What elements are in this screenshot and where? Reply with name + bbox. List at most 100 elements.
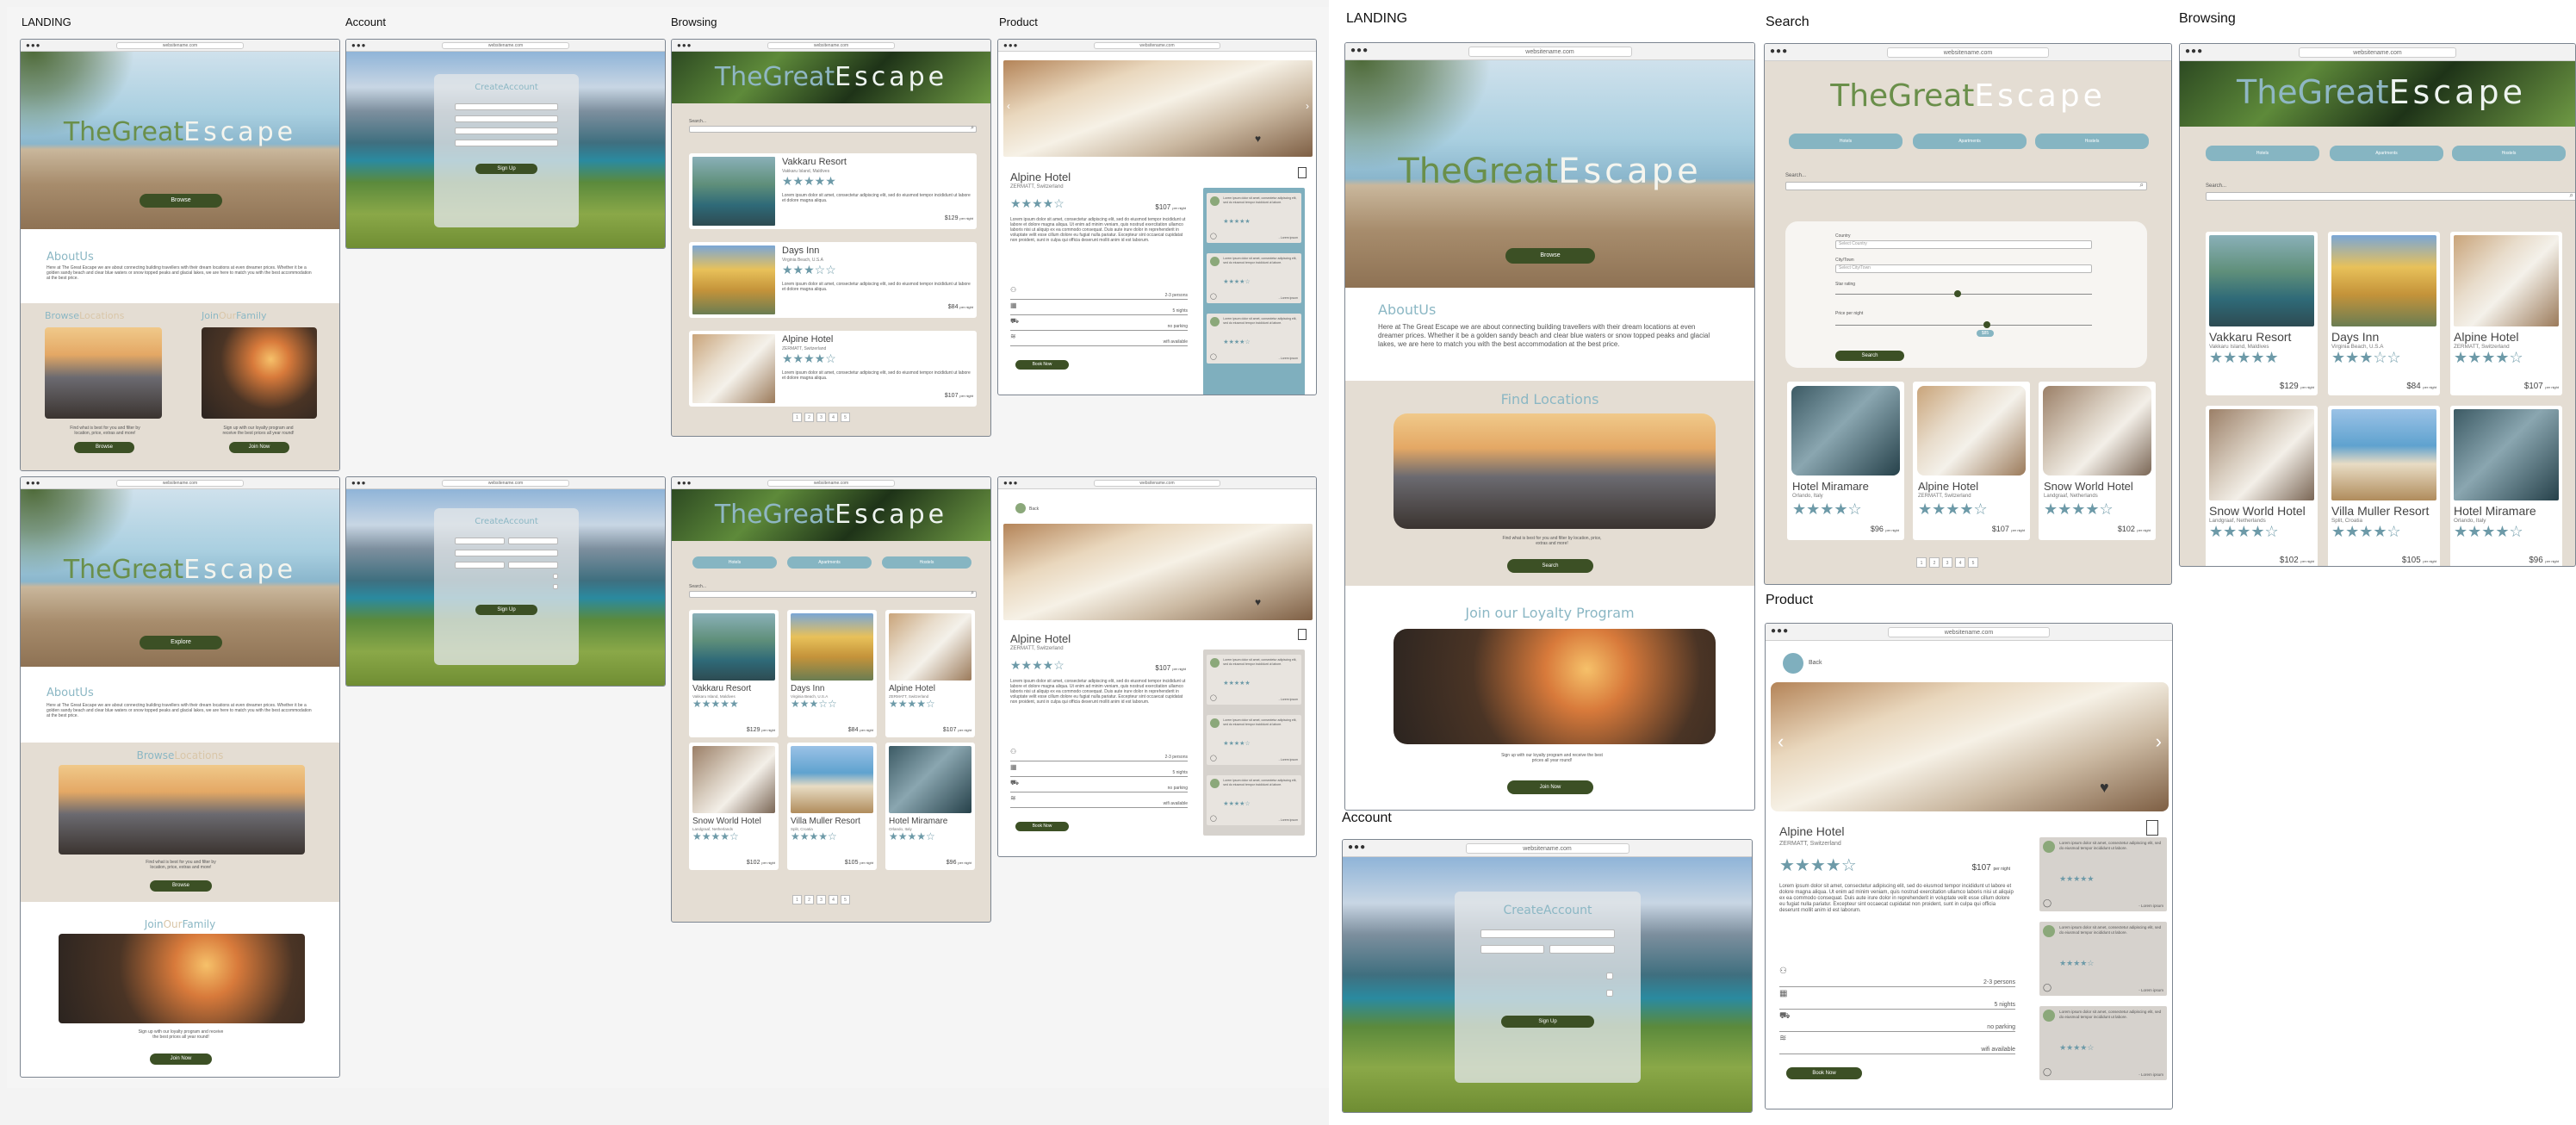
- url-bar[interactable]: websitename.com: [1887, 627, 2051, 637]
- email-field[interactable]: [1480, 945, 1544, 954]
- url-bar[interactable]: websitename.com: [767, 42, 895, 49]
- browse-button[interactable]: Browse: [140, 194, 222, 208]
- price-slider[interactable]: [1835, 325, 2092, 326]
- name-field[interactable]: [455, 103, 558, 110]
- first-name-field[interactable]: [455, 538, 505, 544]
- heart-icon[interactable]: ♥: [2100, 779, 2109, 797]
- result-card[interactable]: Hotel Miramare Orlando, Italy ★★★★☆ $96 per…: [1787, 382, 1904, 540]
- tab-hostels[interactable]: Hostels: [2452, 146, 2566, 161]
- signup-button[interactable]: Sign Up: [475, 164, 537, 174]
- signup-button[interactable]: Sign Up: [1501, 1016, 1594, 1028]
- page-button[interactable]: 5: [841, 895, 850, 904]
- email-field[interactable]: [455, 115, 558, 122]
- star-rating-slider[interactable]: [1835, 294, 2092, 295]
- join-now-button[interactable]: Join Now: [1507, 780, 1593, 794]
- page-button[interactable]: 4: [1955, 557, 1965, 568]
- page-button[interactable]: 3: [816, 895, 826, 904]
- page-button[interactable]: 3: [1942, 557, 1952, 568]
- url-bar[interactable]: websitename.com: [116, 42, 244, 49]
- result-card[interactable]: Snow World Hotel Landgraaf, Netherlands ★★…: [2039, 382, 2156, 540]
- listing-card[interactable]: Villa Muller Resort Split, Croatia ★★★★☆ $1…: [787, 743, 877, 870]
- heart-icon[interactable]: ♥: [1255, 596, 1261, 608]
- confirm-password-field[interactable]: [455, 140, 558, 146]
- tab-apartments[interactable]: Apartments: [787, 556, 872, 569]
- url-bar[interactable]: websitename.com: [1093, 42, 1221, 49]
- page-button[interactable]: 1: [1916, 557, 1927, 568]
- explore-button[interactable]: Explore: [140, 636, 222, 650]
- back-label[interactable]: Back: [1809, 660, 1822, 666]
- search-input[interactable]: ⌕: [2206, 191, 2575, 201]
- listing-card[interactable]: Snow World Hotel Landgraaf, Netherlands ★★…: [2206, 406, 2318, 566]
- password-field[interactable]: [455, 562, 505, 569]
- price-handle[interactable]: [1983, 321, 1990, 328]
- book-now-button[interactable]: Book Now: [1015, 822, 1069, 831]
- listing-card[interactable]: Vakkaru Resort Vakkaru Island, Maldives ★★…: [689, 153, 977, 229]
- tab-hostels[interactable]: Hostels: [882, 556, 971, 569]
- book-now-button[interactable]: Book Now: [1786, 1067, 1862, 1079]
- phone-field[interactable]: [1549, 945, 1615, 954]
- tab-hotels[interactable]: Hotels: [1789, 134, 1903, 149]
- listing-card[interactable]: Snow World Hotel Landgraaf, Netherlands ★★…: [689, 743, 779, 870]
- page-button[interactable]: 1: [792, 895, 802, 904]
- password-field[interactable]: [455, 127, 558, 134]
- tab-hotels[interactable]: Hotels: [692, 556, 777, 569]
- url-bar[interactable]: websitename.com: [1465, 843, 1629, 854]
- listing-card[interactable]: Hotel Miramare Orlando, Italy ★★★★☆ $96 per…: [885, 743, 975, 870]
- listing-card[interactable]: Days Inn Virginia Beach, U.S.A ★★★☆☆ $84 pe…: [2328, 232, 2440, 395]
- terms-checkbox[interactable]: [553, 574, 558, 579]
- chevron-left-icon[interactable]: ‹: [1007, 100, 1010, 112]
- url-bar[interactable]: websitename.com: [442, 480, 569, 487]
- signup-button[interactable]: Sign Up: [475, 605, 537, 615]
- heart-icon[interactable]: ♥: [1255, 133, 1261, 145]
- confirm-password-field[interactable]: [508, 562, 558, 569]
- search-input[interactable]: ⌕: [1785, 181, 2147, 190]
- chevron-right-icon[interactable]: ›: [2156, 730, 2162, 753]
- bookmark-icon[interactable]: [2146, 820, 2158, 836]
- listing-card[interactable]: Days Inn Virginia Beach, U.S.A ★★★☆☆ Lorem …: [689, 242, 977, 318]
- browse-locations-button[interactable]: Browse: [74, 442, 134, 453]
- url-bar[interactable]: websitename.com: [442, 42, 569, 49]
- tab-hotels[interactable]: Hotels: [2206, 146, 2319, 161]
- tab-apartments[interactable]: Apartments: [2330, 146, 2443, 161]
- page-button[interactable]: 1: [792, 413, 802, 422]
- listing-card[interactable]: Hotel Miramare Orlando, Italy ★★★★☆ $96 per…: [2450, 406, 2562, 566]
- terms-checkbox[interactable]: [1606, 973, 1613, 979]
- listing-card[interactable]: Vakkaru Resort Vakkaru Island, Maldives ★★…: [689, 610, 779, 737]
- book-now-button[interactable]: Book Now: [1015, 360, 1069, 370]
- search-button[interactable]: Search: [1835, 351, 1904, 361]
- chevron-left-icon[interactable]: ‹: [1778, 730, 1784, 753]
- browse-button[interactable]: Browse: [150, 880, 212, 892]
- tab-apartments[interactable]: Apartments: [1913, 134, 2027, 149]
- page-button[interactable]: 5: [1968, 557, 1978, 568]
- page-button[interactable]: 2: [804, 413, 814, 422]
- name-field[interactable]: [1480, 929, 1615, 938]
- bookmark-icon[interactable]: [1298, 167, 1307, 178]
- url-bar[interactable]: websitename.com: [2298, 47, 2457, 58]
- listing-card[interactable]: Villa Muller Resort Split, Croatia ★★★★☆ $1…: [2328, 406, 2440, 566]
- browse-button[interactable]: Browse: [1505, 248, 1595, 264]
- search-input[interactable]: ⌕: [689, 590, 977, 598]
- page-button[interactable]: 3: [816, 413, 826, 422]
- page-button[interactable]: 4: [829, 895, 838, 904]
- page-button[interactable]: 4: [829, 413, 838, 422]
- listing-card[interactable]: Alpine Hotel ZERMATT, Switzerland ★★★★☆ $10…: [885, 610, 975, 737]
- newsletter-checkbox[interactable]: [1606, 990, 1613, 997]
- listing-card[interactable]: Alpine Hotel ZERMATT, Switzerland ★★★★☆ $10…: [2450, 232, 2562, 395]
- join-now-button[interactable]: Join Now: [229, 442, 289, 453]
- tab-hostels[interactable]: Hostels: [2035, 134, 2149, 149]
- listing-card[interactable]: Alpine Hotel ZERMATT, Switzerland ★★★★☆ Lor…: [689, 331, 977, 407]
- page-button[interactable]: 5: [841, 413, 850, 422]
- url-bar[interactable]: websitename.com: [1886, 47, 2050, 58]
- url-bar[interactable]: websitename.com: [1468, 47, 1632, 57]
- join-now-button[interactable]: Join Now: [150, 1054, 212, 1065]
- url-bar[interactable]: websitename.com: [767, 480, 895, 487]
- listing-card[interactable]: Days Inn Virginia Beach, U.S.A ★★★☆☆ $84 pe…: [787, 610, 877, 737]
- last-name-field[interactable]: [508, 538, 558, 544]
- search-input[interactable]: ⌕: [689, 125, 977, 133]
- page-button[interactable]: 2: [1929, 557, 1940, 568]
- back-icon[interactable]: [1015, 503, 1026, 513]
- result-card[interactable]: Alpine Hotel ZERMATT, Switzerland ★★★★☆ $10…: [1913, 382, 2030, 540]
- page-button[interactable]: 2: [804, 895, 814, 904]
- url-bar[interactable]: websitename.com: [116, 480, 244, 487]
- search-button[interactable]: Search: [1507, 559, 1593, 573]
